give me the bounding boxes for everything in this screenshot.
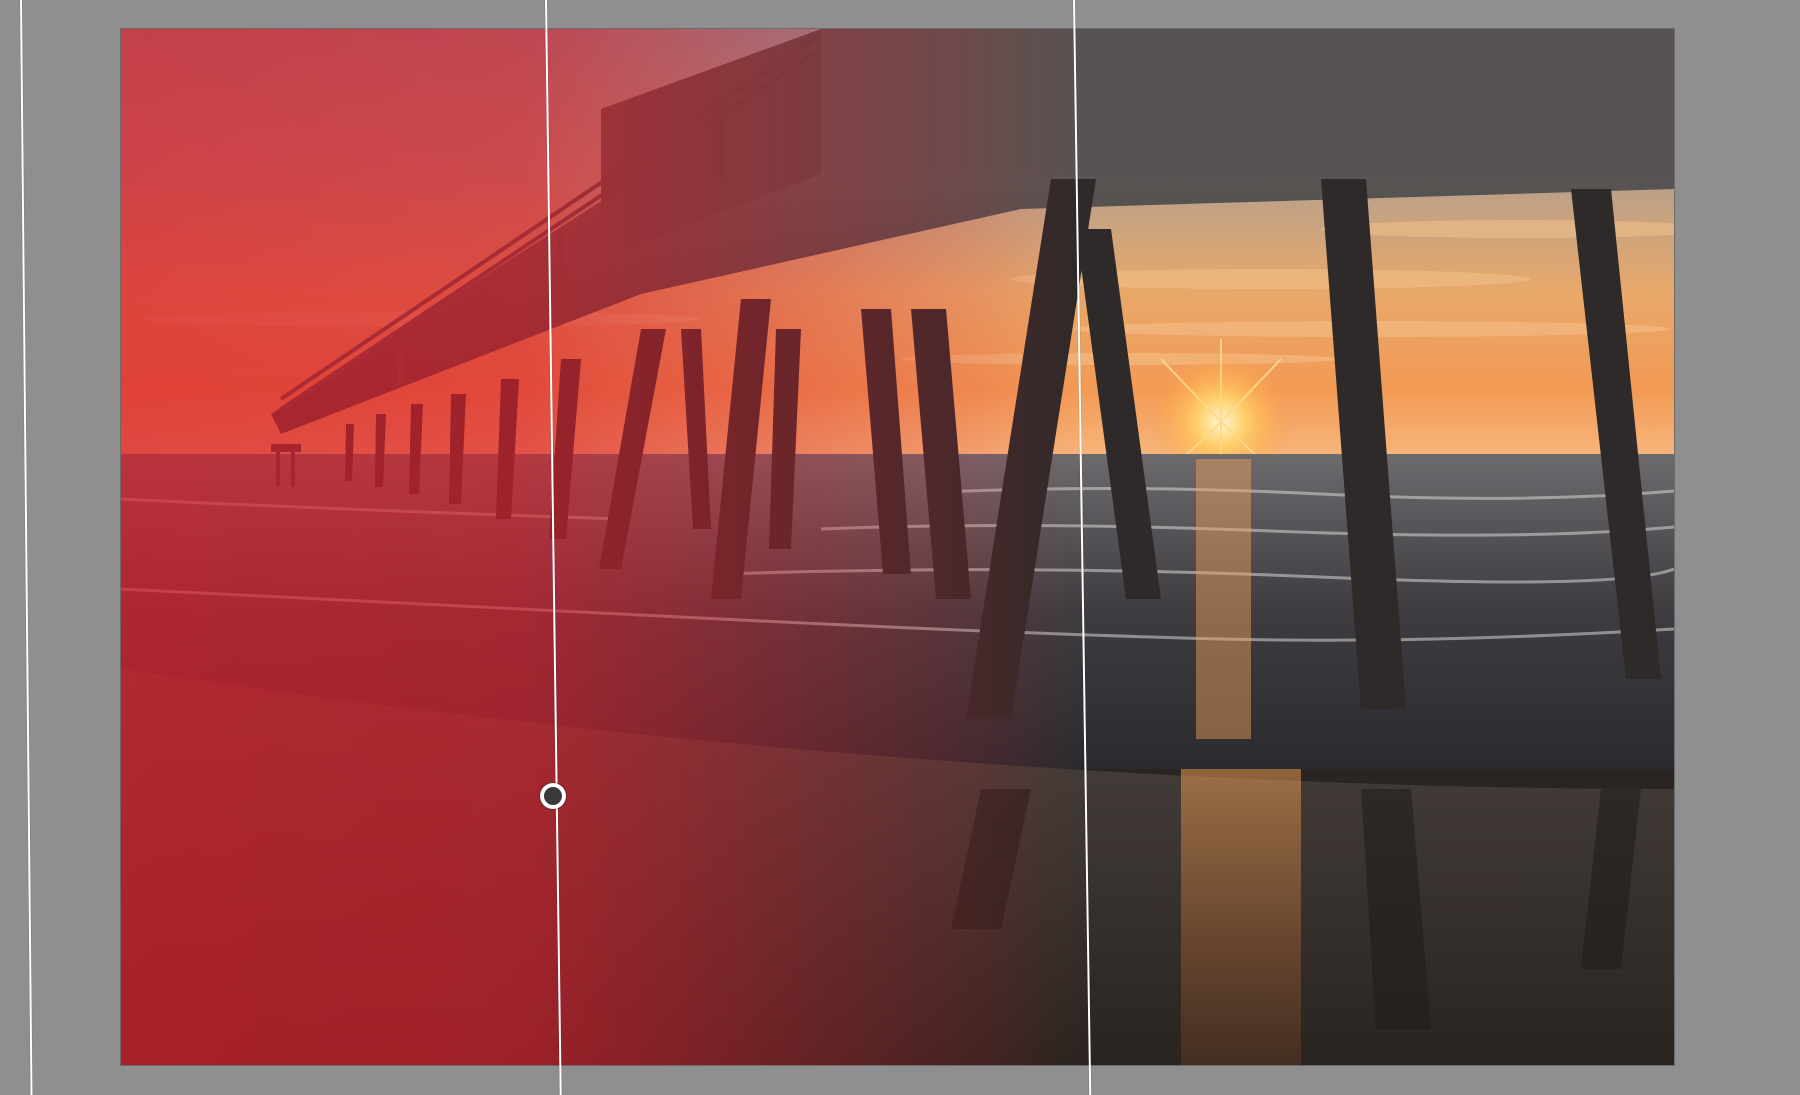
mask-guide-line-outer[interactable]: [20, 0, 33, 1095]
photo-preview[interactable]: [121, 29, 1674, 1065]
mask-pin-core: [544, 787, 562, 805]
mask-pin-handle[interactable]: [540, 783, 566, 809]
editor-canvas: [0, 0, 1800, 1095]
photo-image: [121, 29, 1674, 1065]
